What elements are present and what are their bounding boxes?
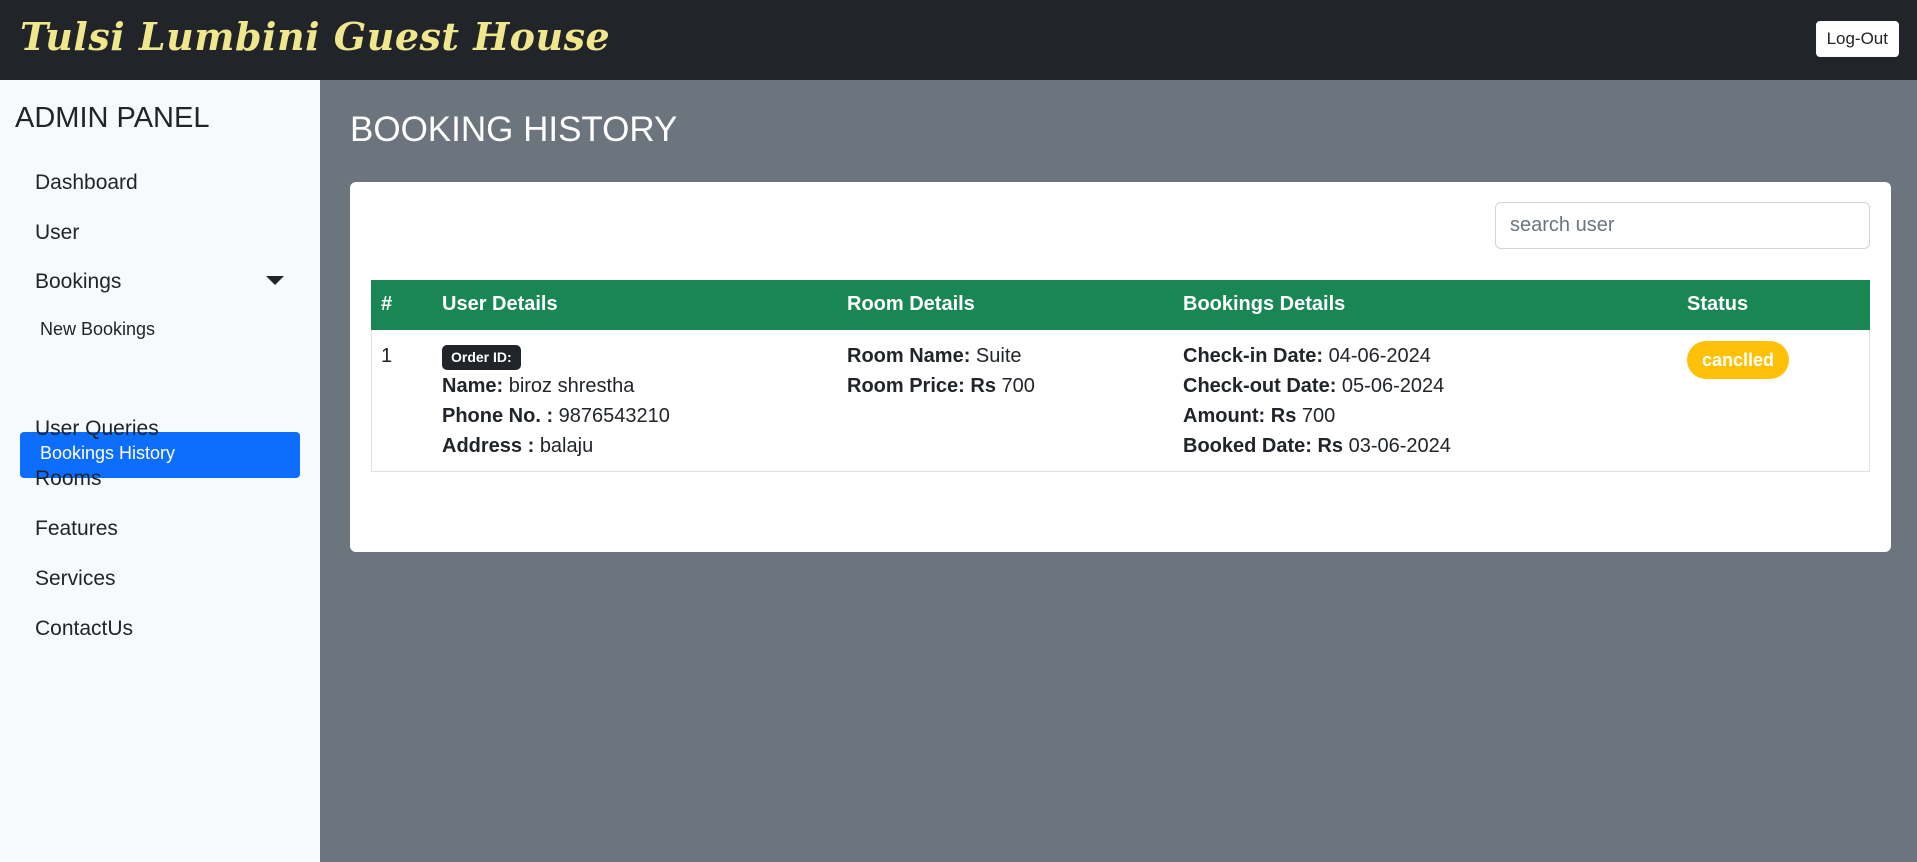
logout-button[interactable]: Log-Out — [1815, 21, 1899, 57]
order-id-badge: Order ID: — [442, 345, 521, 370]
sidebar-item-contactus[interactable]: ContactUs — [35, 617, 133, 641]
column-header-index: # — [381, 293, 393, 315]
sidebar-item-rooms[interactable]: Rooms — [35, 467, 102, 491]
sidebar-item-label: Bookings History — [40, 443, 176, 463]
table-header: # User Details Room Details Bookings Det… — [371, 280, 1870, 330]
user-name: Name: biroz shrestha — [442, 375, 635, 397]
column-header-bookings-details: Bookings Details — [1183, 293, 1346, 315]
sidebar-item-user-queries[interactable]: User Queries — [35, 417, 159, 441]
page-title: BOOKING HISTORY — [350, 110, 678, 149]
booking-amount: Amount: Rs 700 — [1183, 405, 1336, 427]
admin-sidebar: ADMIN PANEL Dashboard User Bookings New … — [0, 80, 320, 862]
column-header-status: Status — [1687, 293, 1749, 315]
sidebar-item-user[interactable]: User — [35, 221, 79, 245]
user-phone: Phone No. : 9876543210 — [442, 405, 670, 427]
checkin-date: Check-in Date: 04-06-2024 — [1183, 345, 1431, 367]
column-header-room-details: Room Details — [847, 293, 975, 315]
user-address: Address : balaju — [442, 435, 594, 457]
room-name: Room Name: Suite — [847, 345, 1022, 367]
checkout-date: Check-out Date: 05-06-2024 — [1183, 375, 1445, 397]
status-badge: canclled — [1687, 341, 1790, 379]
column-header-user-details: User Details — [442, 293, 558, 315]
sidebar-item-bookings[interactable]: Bookings — [35, 270, 121, 294]
sidebar-title: ADMIN PANEL — [15, 102, 210, 134]
top-navbar: Tulsi Lumbini Guest House Log-Out — [0, 0, 1917, 80]
row-index: 1 — [381, 345, 393, 367]
chevron-down-icon[interactable] — [266, 276, 284, 285]
sidebar-item-new-bookings[interactable]: New Bookings — [40, 319, 155, 340]
brand-title: Tulsi Lumbini Guest House — [20, 14, 611, 59]
search-input[interactable] — [1495, 202, 1870, 249]
sidebar-item-services[interactable]: Services — [35, 567, 116, 591]
booked-date: Booked Date: Rs 03-06-2024 — [1183, 435, 1451, 457]
sidebar-item-dashboard[interactable]: Dashboard — [35, 171, 138, 195]
sidebar-item-features[interactable]: Features — [35, 517, 118, 541]
room-price: Room Price: Rs 700 — [847, 375, 1035, 397]
